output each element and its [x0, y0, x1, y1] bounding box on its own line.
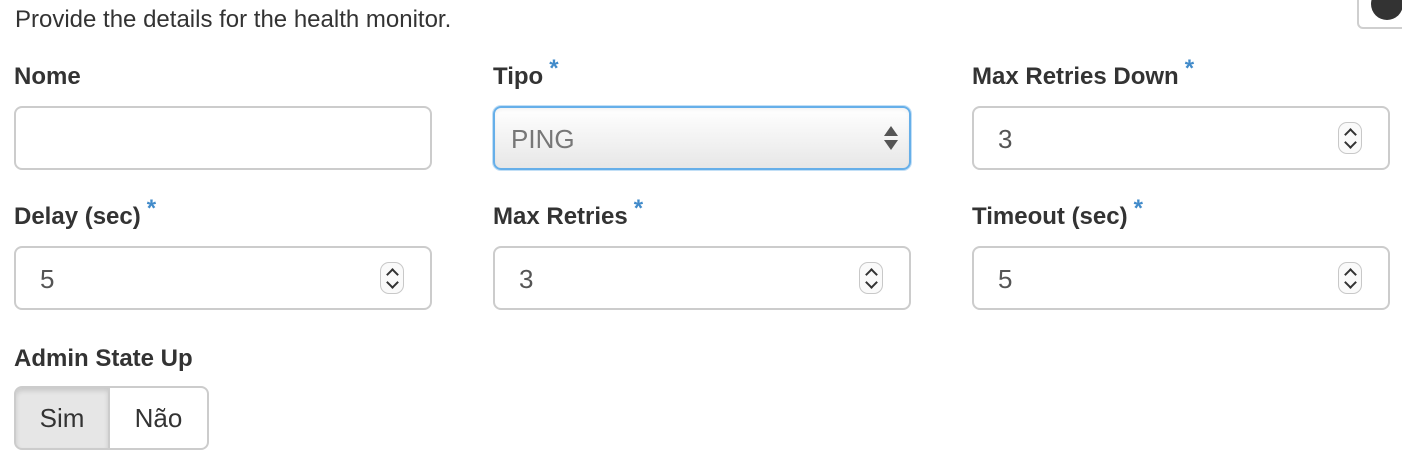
timeout-value: 5: [998, 264, 1013, 294]
delay-label: Delay (sec) *: [14, 195, 157, 230]
number-spinner[interactable]: [1338, 262, 1362, 294]
chevron-down-icon[interactable]: [386, 276, 399, 289]
type-select[interactable]: PING: [493, 106, 911, 170]
max-retries-down-field-group: Max Retries Down * 3: [972, 55, 1390, 170]
timeout-field-group: Timeout (sec) * 5: [972, 195, 1390, 310]
max-retries-down-label: Max Retries Down *: [972, 55, 1195, 90]
max-retries-input[interactable]: 3: [493, 246, 911, 310]
max-retries-down-value: 3: [998, 124, 1013, 154]
number-spinner[interactable]: [380, 262, 404, 294]
admin-state-yes-button[interactable]: Sim: [14, 386, 110, 450]
type-select-value: PING: [511, 124, 575, 154]
form-description: Provide the details for the health monit…: [15, 6, 452, 33]
type-field-group: Tipo * PING: [493, 55, 911, 170]
admin-state-label: Admin State Up: [14, 345, 193, 372]
required-marker: *: [633, 195, 644, 222]
max-retries-label: Max Retries *: [493, 195, 644, 230]
name-label: Nome: [14, 63, 81, 90]
chevron-down-icon[interactable]: [1344, 136, 1357, 149]
max-retries-down-input[interactable]: 3: [972, 106, 1390, 170]
timeout-input[interactable]: 5: [972, 246, 1390, 310]
number-spinner[interactable]: [1338, 122, 1362, 154]
required-marker: *: [549, 55, 559, 82]
max-retries-field-group: Max Retries * 3: [493, 195, 911, 310]
delay-field-group: Delay (sec) * 5: [14, 195, 432, 310]
max-retries-value: 3: [519, 264, 534, 294]
select-arrows-icon: [883, 124, 899, 152]
type-label: Tipo *: [493, 55, 559, 90]
admin-state-no-button[interactable]: Não: [110, 386, 209, 450]
required-marker: *: [1184, 55, 1195, 82]
help-icon: [1371, 0, 1402, 20]
required-marker: *: [146, 195, 157, 222]
chevron-down-icon[interactable]: [865, 276, 878, 289]
name-input[interactable]: [14, 106, 432, 170]
help-button[interactable]: [1357, 0, 1402, 29]
delay-value: 5: [40, 264, 55, 294]
number-spinner[interactable]: [859, 262, 883, 294]
timeout-label: Timeout (sec) *: [972, 195, 1143, 230]
delay-input[interactable]: 5: [14, 246, 432, 310]
admin-state-toggle: Sim Não: [14, 386, 209, 450]
chevron-down-icon[interactable]: [1344, 276, 1357, 289]
name-field-group: Nome: [14, 62, 432, 170]
required-marker: *: [1133, 195, 1143, 222]
